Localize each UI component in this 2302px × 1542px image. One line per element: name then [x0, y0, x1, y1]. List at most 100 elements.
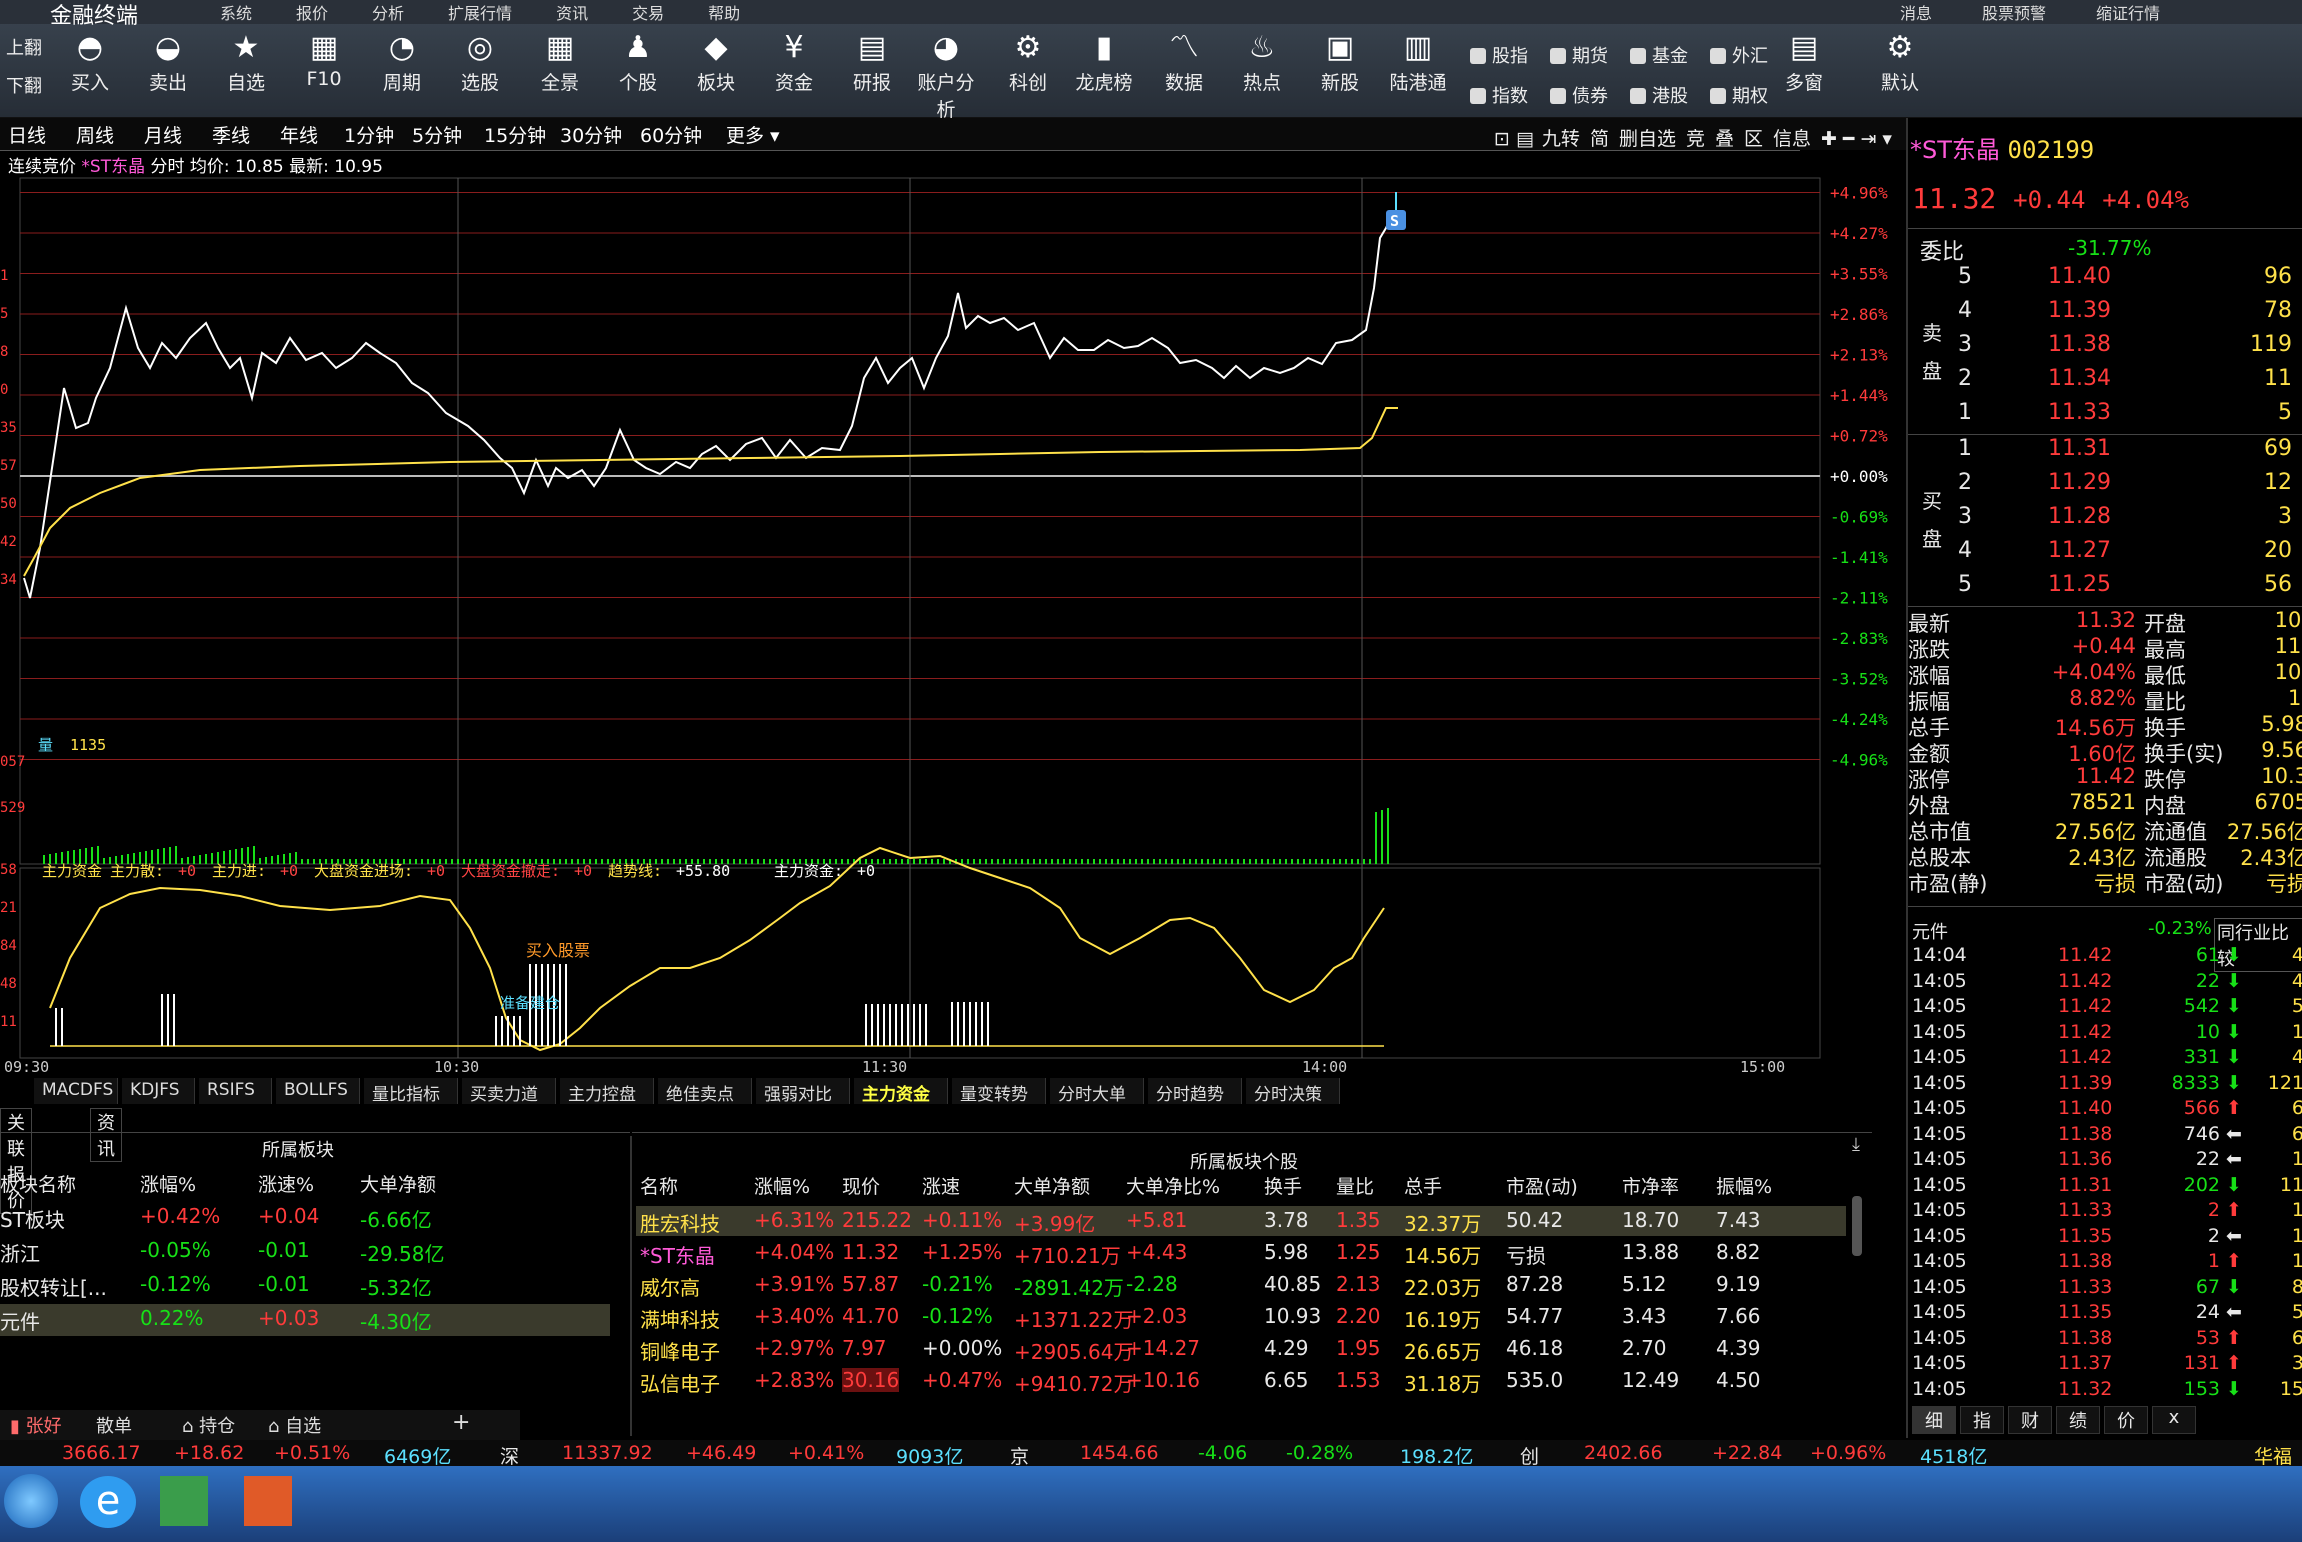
period-tab[interactable]: 更多 ▾: [726, 121, 780, 148]
app-icon[interactable]: [244, 1476, 292, 1526]
tool-0[interactable]: 九转: [1542, 128, 1580, 150]
indicator-tab[interactable]: 强弱对比: [756, 1078, 850, 1105]
menu-right-item[interactable]: 消息: [1900, 4, 1932, 23]
toolbar-button-5[interactable]: ◎ 选股: [444, 30, 516, 95]
market-tab[interactable]: 期权: [1710, 82, 1768, 108]
menu-item[interactable]: 系统: [220, 4, 252, 23]
stock-row[interactable]: 满坤科技 +3.40% 41.70 -0.12% +1371.22万 +2.03 10.93…: [636, 1302, 1846, 1332]
menu-item[interactable]: 报价: [296, 4, 328, 23]
toolbar-button-0[interactable]: ◓ 买入: [54, 30, 126, 95]
indicator-tab[interactable]: 主力资金: [854, 1078, 948, 1105]
indicator-tab[interactable]: 分时决策: [1246, 1078, 1340, 1105]
indicator-tab[interactable]: RSIFS: [199, 1078, 272, 1104]
bottom-nav-item[interactable]: ⌂ 持仓: [182, 1412, 235, 1438]
zoom-icons[interactable]: ✚ ━ ⇥ ▾: [1821, 128, 1892, 150]
book-row[interactable]: 5 11.25 56: [1908, 572, 2302, 606]
tool-5[interactable]: 区: [1744, 128, 1763, 150]
toolbar-button-6[interactable]: ▦ 全景: [524, 30, 596, 95]
indicator-tab[interactable]: 主力控盘: [560, 1078, 654, 1105]
tool-2[interactable]: 删自选: [1619, 128, 1676, 150]
market-tab[interactable]: 外汇: [1710, 42, 1768, 68]
toolbar-button-11[interactable]: ◕ 账户分析: [910, 30, 982, 122]
period-tab[interactable]: 月线: [144, 121, 182, 148]
book-row[interactable]: 3 11.28 3: [1908, 504, 2302, 538]
bottom-nav-item[interactable]: ⌂ 自选: [268, 1412, 321, 1438]
book-row[interactable]: 5 11.40 96: [1908, 264, 2302, 298]
market-tab[interactable]: 港股: [1630, 82, 1688, 108]
tool-4[interactable]: 叠: [1715, 128, 1734, 150]
period-tab[interactable]: 日线: [8, 121, 46, 148]
toolbar-button-1[interactable]: ◒ 卖出: [132, 30, 204, 95]
market-tab[interactable]: 基金: [1630, 42, 1688, 68]
period-tab[interactable]: 1分钟: [344, 121, 394, 148]
book-row[interactable]: 4 11.39 78: [1908, 298, 2302, 332]
indicator-tab[interactable]: BOLLFS: [276, 1078, 360, 1104]
book-row[interactable]: 2 11.29 12: [1908, 470, 2302, 504]
book-row[interactable]: 4 11.27 20: [1908, 538, 2302, 572]
default-button[interactable]: ⚙ 默认: [1864, 30, 1936, 95]
panel-tab[interactable]: 价: [2104, 1406, 2148, 1434]
period-tab[interactable]: 年线: [280, 121, 318, 148]
stock-row[interactable]: 威尔高 +3.91% 57.87 -0.21% -2891.42万 -2.28 40.85 2…: [636, 1270, 1846, 1300]
stock-row[interactable]: 铜峰电子 +2.97% 7.97 +0.00% +2905.64万 +14.27 4.29 1…: [636, 1334, 1846, 1364]
indicator-tab[interactable]: 量变转势: [952, 1078, 1046, 1105]
stock-row[interactable]: *ST东晶 +4.04% 11.32 +1.25% +710.21万 +4.43 5.98 1…: [636, 1238, 1846, 1268]
period-tab[interactable]: 周线: [76, 121, 114, 148]
book-row[interactable]: 1 11.33 5: [1908, 400, 2302, 434]
panel-tab[interactable]: x: [2152, 1406, 2196, 1434]
toolbar-button-13[interactable]: ▮ 龙虎榜: [1068, 30, 1140, 95]
menu-item[interactable]: 扩展行情: [448, 4, 512, 23]
menu-item[interactable]: 帮助: [708, 4, 740, 23]
tool-6[interactable]: 信息: [1773, 128, 1811, 150]
intraday-chart[interactable]: +4.96% +4.27% +3.55% +2.86% +2.13% +1.44% +0.7…: [0, 168, 1906, 1080]
panel-tab[interactable]: 细: [1912, 1406, 1956, 1434]
toolbar-button-17[interactable]: ▥ 陆港通: [1382, 30, 1454, 95]
period-tab[interactable]: 5分钟: [412, 121, 462, 148]
indicator-tab[interactable]: MACDFS: [34, 1078, 118, 1104]
book-row[interactable]: 1 11.31 69: [1908, 436, 2302, 470]
tool-1[interactable]: 简: [1590, 128, 1609, 150]
toolbar-button-7[interactable]: ♟ 个股: [602, 30, 674, 95]
indicator-tab[interactable]: 买卖力道: [462, 1078, 556, 1105]
menu-item[interactable]: 资讯: [556, 4, 588, 23]
toolbar-button-2[interactable]: ★ 自选: [210, 30, 282, 95]
period-tab[interactable]: 15分钟: [484, 121, 546, 148]
app-icon[interactable]: [160, 1476, 208, 1526]
layout-button[interactable]: ▤ 多窗: [1768, 30, 1840, 95]
menu-item[interactable]: 交易: [632, 4, 664, 23]
toolbar-button-3[interactable]: ▦ F10: [288, 30, 360, 90]
toolbar-button-8[interactable]: ◆ 板块: [680, 30, 752, 95]
book-row[interactable]: 2 11.34 11: [1908, 366, 2302, 400]
toolbar-button-12[interactable]: ⚙ 科创: [992, 30, 1064, 95]
indicator-tab[interactable]: 绝佳卖点: [658, 1078, 752, 1105]
tool-3[interactable]: 竞: [1686, 128, 1705, 150]
market-tab[interactable]: 指数: [1470, 82, 1528, 108]
toolbar-button-15[interactable]: ♨ 热点: [1226, 30, 1298, 95]
add-icon[interactable]: +: [452, 1410, 470, 1435]
indicator-tab[interactable]: 分时大单: [1050, 1078, 1144, 1105]
period-tab[interactable]: 季线: [212, 121, 250, 148]
toolbar-button-16[interactable]: ▣ 新股: [1304, 30, 1376, 95]
period-tab[interactable]: 30分钟: [560, 121, 622, 148]
indicator-tab[interactable]: KDJFS: [122, 1078, 195, 1104]
toolbar-button-9[interactable]: ¥ 资金: [758, 30, 830, 95]
page-down-button[interactable]: 下翻: [6, 72, 42, 98]
page-up-button[interactable]: 上翻: [6, 34, 42, 60]
scrollbar[interactable]: [1852, 1196, 1862, 1256]
market-tab[interactable]: 期货: [1550, 42, 1608, 68]
sector-row[interactable]: 元件 0.22% +0.03 -4.30亿: [0, 1304, 610, 1336]
period-tab[interactable]: 60分钟: [640, 121, 702, 148]
market-tab[interactable]: 债券: [1550, 82, 1608, 108]
toolbar-button-4[interactable]: ◔ 周期: [366, 30, 438, 95]
panel-tab[interactable]: 指: [1960, 1406, 2004, 1434]
indicator-tab[interactable]: 量比指标: [364, 1078, 458, 1105]
start-icon[interactable]: [4, 1474, 58, 1528]
menu-right-item[interactable]: 缩证行情: [2096, 4, 2160, 23]
download-icon[interactable]: ⤓: [1852, 1134, 1860, 1155]
toolbar-button-10[interactable]: ▤ 研报: [836, 30, 908, 95]
market-tab[interactable]: 股指: [1470, 42, 1528, 68]
panel-tab[interactable]: 财: [2008, 1406, 2052, 1434]
browser-icon[interactable]: e: [80, 1476, 136, 1528]
stock-row[interactable]: 胜宏科技 +6.31% 215.22 +0.11% +3.99亿 +5.81 3.78 1.3…: [636, 1206, 1846, 1236]
indicator-tab[interactable]: 分时趋势: [1148, 1078, 1242, 1105]
